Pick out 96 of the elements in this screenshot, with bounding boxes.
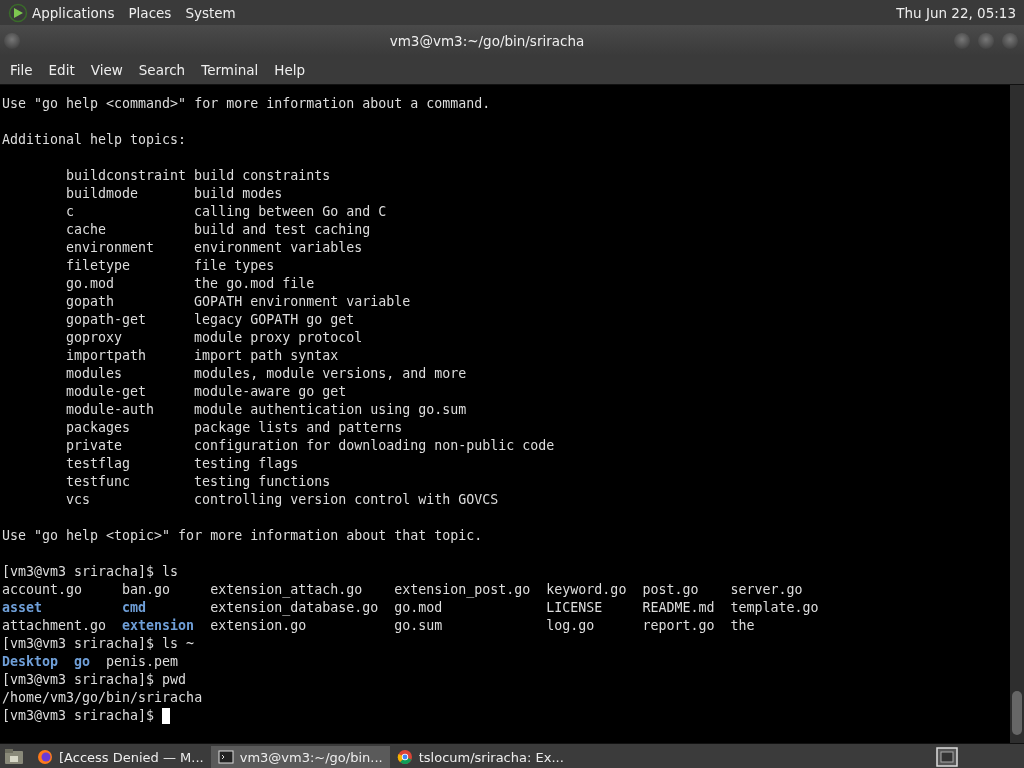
scrollbar[interactable] (1010, 85, 1024, 743)
panel-menu[interactable]: Places (128, 4, 172, 21)
topic-name: cache (66, 221, 108, 239)
topic-name: filetype (66, 257, 132, 275)
output-line: Use "go help <topic>" for more information about that topic. (2, 527, 484, 545)
topic-description: configuration for downloading non-public code (194, 437, 555, 455)
topic-name: testfunc (66, 473, 132, 491)
file-name: go.sum (394, 617, 444, 635)
topic-description: GOPATH environment variable (194, 293, 412, 311)
show-desktop-icon[interactable] (4, 748, 24, 766)
topic-name: buildmode (66, 185, 140, 203)
window-menu-button[interactable] (4, 32, 20, 49)
topic-name: environment (66, 239, 156, 257)
file-name: attachment.go (2, 617, 108, 635)
topic-name: private (66, 437, 124, 455)
topic-name: vcs (66, 491, 92, 509)
file-name: template.go (730, 599, 820, 617)
topic-description: module proxy protocol (194, 329, 364, 347)
menu-item[interactable]: Terminal (193, 62, 267, 78)
prompt-line: [vm3@vm3 sriracha]$ ls (2, 563, 179, 581)
maximize-button[interactable] (978, 32, 994, 49)
file-name: account.go (2, 581, 84, 599)
workspace-switcher-icon[interactable] (936, 747, 958, 767)
directory-name: cmd (122, 599, 148, 617)
topic-name: importpath (66, 347, 148, 365)
directory-name: asset (2, 599, 44, 617)
file-name: extension_post.go (394, 581, 532, 599)
topic-name: testflag (66, 455, 132, 473)
topic-name: goproxy (66, 329, 124, 347)
file-name: go.mod (394, 599, 444, 617)
topic-description: testing functions (194, 473, 332, 491)
topic-description: calling between Go and C (194, 203, 388, 221)
taskbar-button[interactable]: vm3@vm3:~/go/bin... (210, 746, 390, 768)
file-name: log.go (546, 617, 596, 635)
clock[interactable]: Thu Jun 22, 05:13 (896, 4, 1016, 21)
panel-menu[interactable]: System (185, 4, 236, 21)
panel-menu[interactable]: Applications (32, 4, 115, 21)
file-name: ban.go (122, 581, 172, 599)
prompt-line: [vm3@vm3 sriracha]$ pwd (2, 671, 187, 689)
topic-name: gopath (66, 293, 116, 311)
scrollbar-thumb[interactable] (1012, 691, 1022, 735)
topic-name: gopath-get (66, 311, 148, 329)
minimize-button[interactable] (954, 32, 970, 49)
topic-description: build modes (194, 185, 284, 203)
topic-name: modules (66, 365, 124, 383)
topic-description: testing flags (194, 455, 300, 473)
file-name: post.go (642, 581, 700, 599)
topic-name: go.mod (66, 275, 116, 293)
output-line: /home/vm3/go/bin/sriracha (2, 689, 204, 707)
fox-globe-icon (37, 749, 53, 765)
topic-description: build and test caching (194, 221, 372, 239)
menu-item[interactable]: Edit (40, 62, 83, 78)
directory-name: Desktop (2, 653, 60, 671)
topic-description: modules, module versions, and more (194, 365, 468, 383)
topic-description: module authentication using go.sum (194, 401, 468, 419)
topic-description: the go.mod file (194, 275, 316, 293)
menu-item[interactable]: File (2, 62, 41, 78)
topic-description: environment variables (194, 239, 364, 257)
close-button[interactable] (1002, 32, 1018, 49)
prompt-line: [vm3@vm3 sriracha]$ (2, 707, 155, 725)
topic-name: c (66, 203, 76, 221)
file-name: extension_database.go (210, 599, 380, 617)
topic-name: module-auth (66, 401, 156, 419)
topic-description: legacy GOPATH go get (194, 311, 356, 329)
taskbar-button[interactable]: [Access Denied — M... (30, 746, 211, 768)
round-browser-icon (396, 749, 413, 765)
directory-name: go (74, 653, 92, 671)
topic-description: package lists and patterns (194, 419, 404, 437)
play-logo-icon[interactable] (8, 2, 28, 23)
topic-description: import path syntax (194, 347, 340, 365)
file-name: README.md (642, 599, 716, 617)
file-name: LICENSE (546, 599, 604, 617)
taskbar-button[interactable]: tslocum/sriracha: Ex... (389, 746, 571, 768)
topic-description: build constraints (194, 167, 332, 185)
file-name: extension_attach.go (210, 581, 364, 599)
topic-name: buildconstraint (66, 167, 188, 185)
file-name: extension.go (210, 617, 308, 635)
file-name: server.go (730, 581, 804, 599)
topic-description: file types (194, 257, 276, 275)
directory-name: extension (122, 617, 196, 635)
menu-item[interactable]: View (82, 62, 131, 78)
file-name: penis.pem (106, 653, 180, 671)
topic-name: module-get (66, 383, 148, 401)
topic-description: controlling version control with GOVCS (194, 491, 500, 509)
prompt-line: [vm3@vm3 sriracha]$ ls ~ (2, 635, 195, 653)
topic-description: module-aware go get (194, 383, 348, 401)
window-title: vm3@vm3:~/go/bin/sriracha (388, 32, 586, 49)
file-name: keyword.go (546, 581, 628, 599)
file-name: the (730, 617, 756, 635)
menu-item[interactable]: Help (266, 62, 314, 78)
output-line: Use "go help <command>" for more information about a command. (2, 95, 492, 113)
topic-name: packages (66, 419, 132, 437)
menu-item[interactable]: Search (130, 62, 194, 78)
output-line: Additional help topics: (2, 131, 188, 149)
terminal-icon (217, 749, 234, 765)
file-name: report.go (642, 617, 716, 635)
